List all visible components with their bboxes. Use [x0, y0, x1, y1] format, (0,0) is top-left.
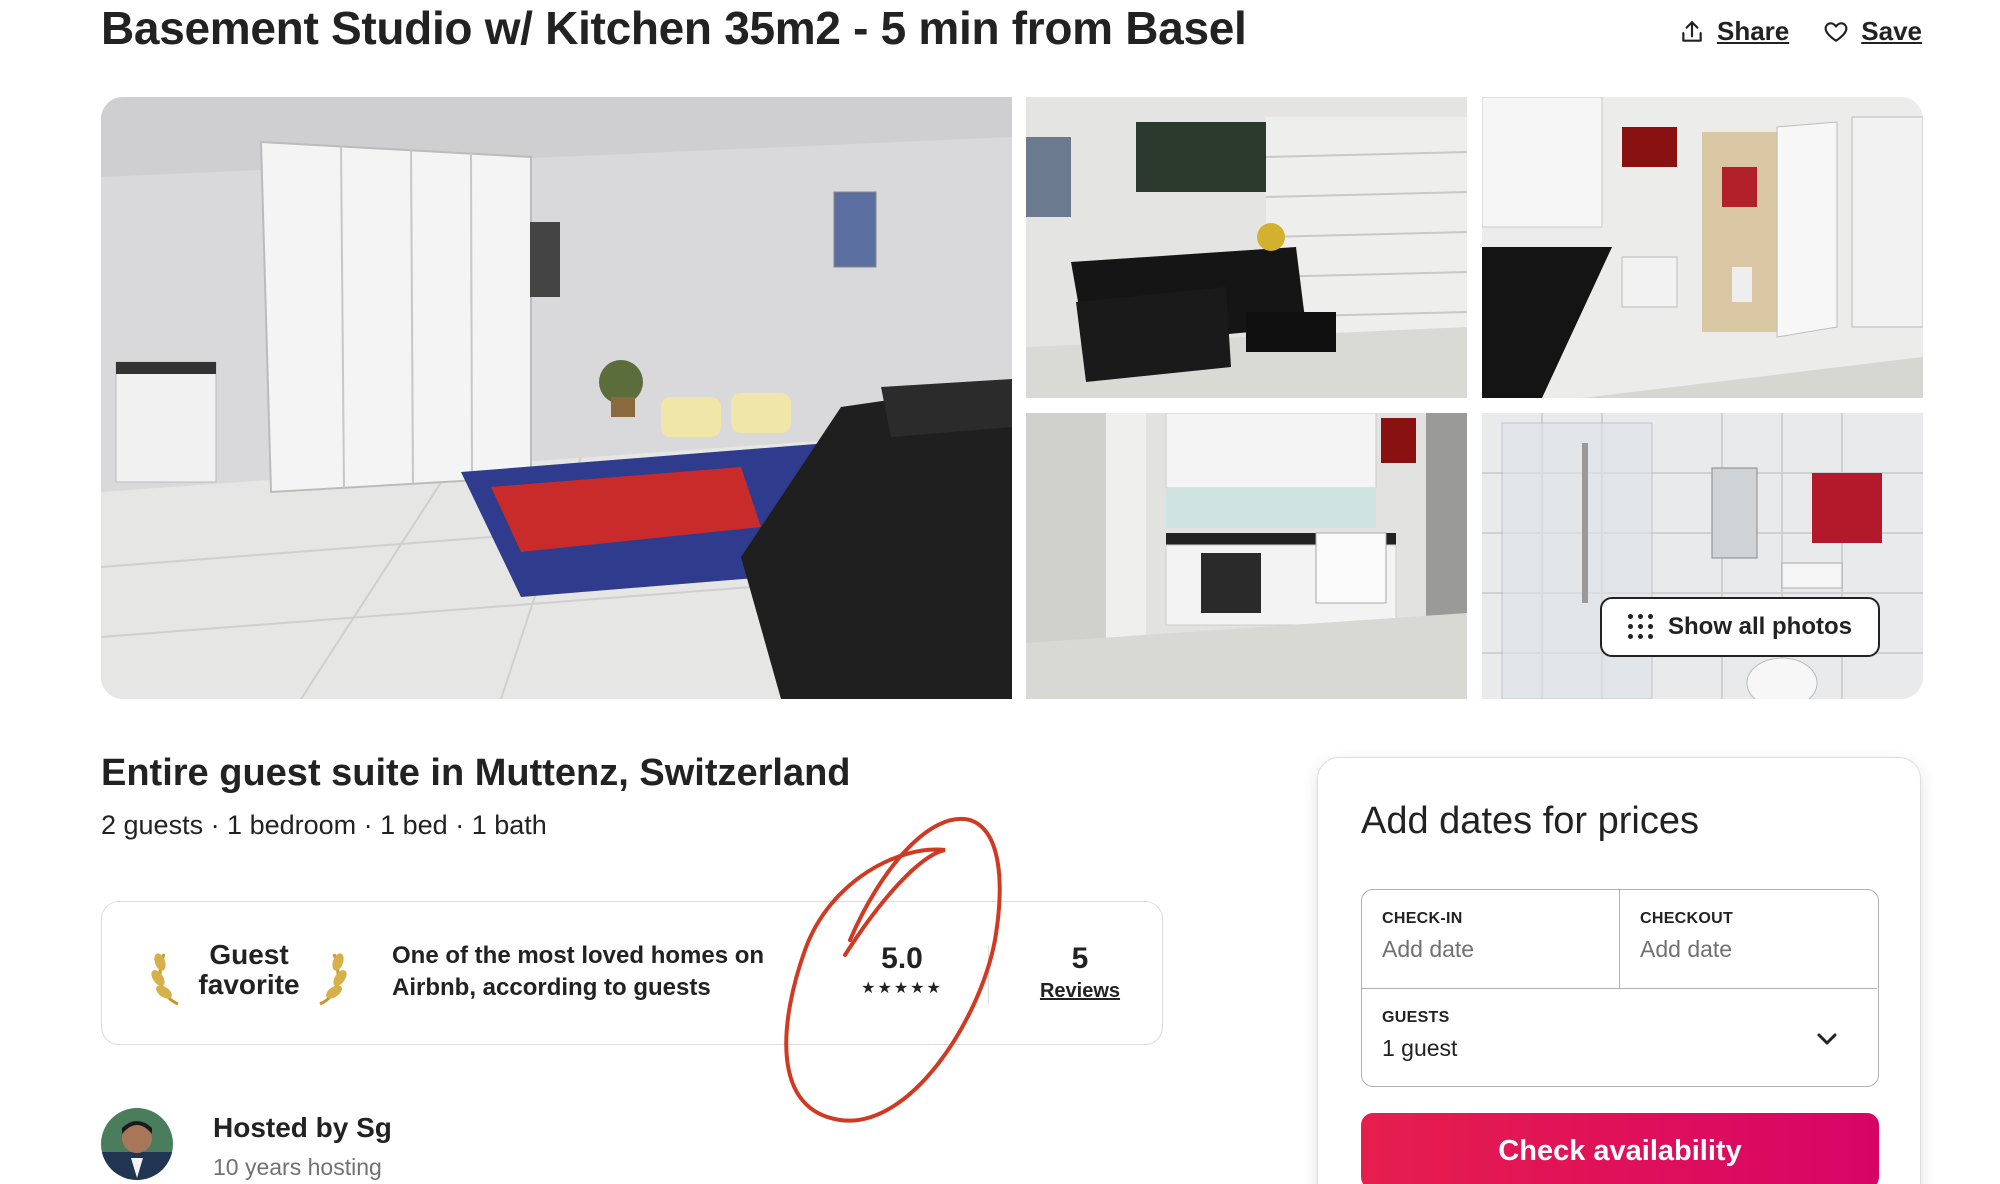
reviews-link[interactable]: 5 Reviews	[1020, 942, 1140, 1003]
booking-card: Add dates for prices CHECK-IN Add date C…	[1317, 757, 1921, 1184]
grid-dots-icon	[1628, 614, 1654, 640]
guest-favorite-label: Guest favorite	[198, 939, 300, 1000]
checkout-label: CHECKOUT	[1640, 910, 1734, 927]
reviews-label: Reviews	[1039, 980, 1121, 1002]
divider	[988, 946, 989, 1004]
photo-kitchenette[interactable]	[1026, 413, 1467, 699]
date-guest-picker: CHECK-IN Add date CHECKOUT Add date GUES…	[1361, 889, 1879, 1087]
checkin-value: Add date	[1382, 936, 1475, 962]
checkin-label: CHECK-IN	[1382, 910, 1463, 927]
laurel-right-icon	[319, 953, 347, 1006]
heart-icon	[1824, 21, 1848, 42]
checkout-field[interactable]: CHECKOUT Add date	[1620, 890, 1878, 988]
share-label: Share	[1717, 16, 1790, 46]
show-all-photos-label: Show all photos	[1668, 613, 1852, 640]
host-name: Hosted by Sg	[213, 1112, 392, 1143]
property-details: 2 guests · 1 bedroom · 1 bed · 1 bath	[101, 810, 547, 840]
star-rating-icon: ★★★★★	[861, 980, 943, 997]
guests-label: GUESTS	[1382, 1009, 1450, 1026]
host-avatar[interactable]	[101, 1108, 173, 1180]
guest-favorite-description: One of the most loved homes on Airbnb, a…	[392, 942, 765, 1001]
checkin-field[interactable]: CHECK-IN Add date	[1362, 890, 1620, 988]
show-all-photos-button[interactable]: Show all photos	[1600, 597, 1880, 657]
host-years: 10 years hosting	[213, 1154, 382, 1180]
save-label: Save	[1861, 16, 1922, 46]
guest-favorite-card[interactable]: Guest favorite One of the most loved hom…	[101, 901, 1163, 1045]
photo-kitchen-hall[interactable]	[1482, 97, 1923, 398]
listing-title: Basement Studio w/ Kitchen 35m2 - 5 min …	[101, 2, 1247, 54]
guests-dropdown[interactable]: GUESTS 1 guest	[1362, 988, 1877, 1086]
guests-value: 1 guest	[1382, 1035, 1458, 1061]
main-photo[interactable]	[101, 97, 1012, 699]
listing-page: Basement Studio w/ Kitchen 35m2 - 5 min …	[0, 0, 2000, 1184]
save-button[interactable]: Save	[1823, 16, 1922, 47]
checkout-value: Add date	[1640, 936, 1733, 962]
laurel-left-icon	[151, 953, 179, 1006]
top-actions: Share Save	[1679, 16, 1922, 47]
property-type-location: Entire guest suite in Muttenz, Switzerla…	[101, 752, 851, 794]
rating-value: 5.0	[881, 942, 923, 975]
booking-title: Add dates for prices	[1361, 800, 1699, 842]
reviews-count: 5	[1071, 942, 1089, 975]
check-availability-button[interactable]: Check availability	[1361, 1113, 1879, 1184]
photo-living-room[interactable]	[1026, 97, 1467, 398]
rating-block: 5.0 ★★★★★	[842, 942, 962, 998]
share-button[interactable]: Share	[1679, 16, 1789, 47]
share-icon	[1682, 20, 1702, 42]
chevron-down-icon	[1817, 1033, 1837, 1045]
